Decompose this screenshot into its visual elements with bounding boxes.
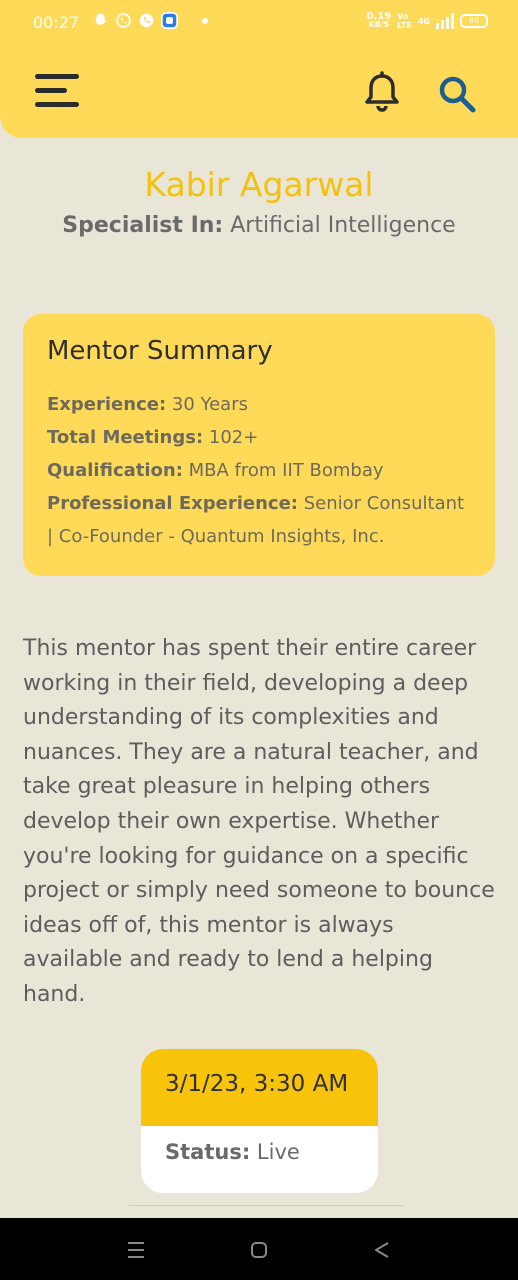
qualification-label: Qualification: — [47, 460, 183, 481]
signal-icon — [436, 13, 454, 29]
session-status: Status: Live — [141, 1126, 378, 1164]
qualification-row: Qualification: MBA from IIT Bombay — [47, 454, 471, 487]
specialist-value: Artificial Intelligence — [223, 213, 456, 238]
qualification-value: MBA from IIT Bombay — [182, 460, 384, 481]
hamburger-menu-icon[interactable] — [35, 73, 79, 109]
recent-apps-icon[interactable] — [124, 1238, 148, 1262]
status-value: Live — [250, 1140, 300, 1164]
notification-icons — [92, 12, 208, 29]
mentor-name: Kabir Agarwal — [144, 165, 374, 204]
mentor-summary-card: Mentor Summary Experience: 30 Years Tota… — [23, 314, 495, 576]
volte-bottom: LTE — [397, 21, 412, 30]
professional-experience-row: Professional Experience: Senior Consulta… — [47, 487, 471, 553]
meetings-value: 102+ — [203, 427, 259, 448]
specialization: Specialist In: Artificial Intelligence — [0, 213, 518, 238]
system-nav-bar — [0, 1218, 518, 1280]
network-type: 4G — [417, 16, 430, 26]
session-datetime: 3/1/23, 3:30 AM — [141, 1049, 378, 1126]
experience-label: Experience: — [47, 394, 167, 415]
app-icon — [161, 12, 178, 29]
snapchat-icon — [94, 13, 107, 25]
professional-label: Professional Experience: — [47, 493, 298, 514]
status-indicators: 0.19 KB/S Vo LTE 4G 88 — [366, 12, 488, 30]
search-icon[interactable] — [435, 72, 479, 116]
status-label: Status: — [165, 1140, 251, 1164]
battery-level: 88 — [468, 16, 480, 25]
app-header: 00:27 0.19 KB/S Vo LTE 4G 88 — [0, 0, 518, 138]
status-time: 00:27 — [33, 13, 80, 32]
bell-icon[interactable] — [360, 70, 404, 114]
volte-indicator: Vo LTE — [397, 12, 412, 30]
divider — [129, 1205, 403, 1206]
meetings-row: Total Meetings: 102+ — [47, 421, 471, 454]
meetings-label: Total Meetings: — [47, 427, 204, 448]
status-bar: 00:27 0.19 KB/S Vo LTE 4G 88 — [0, 0, 518, 46]
mentor-description: This mentor has spent their entire caree… — [23, 636, 495, 1007]
volte-top: Vo — [397, 12, 409, 21]
specialist-label: Specialist In: — [62, 213, 224, 238]
more-notifications-dot — [202, 17, 208, 24]
phone-icon — [139, 13, 154, 28]
net-speed-unit: KB/S — [368, 20, 390, 29]
back-icon[interactable] — [370, 1238, 394, 1262]
whatsapp-icon — [116, 13, 131, 28]
network-speed: 0.19 KB/S — [366, 12, 391, 29]
session-card[interactable]: 3/1/23, 3:30 AM Status: Live — [141, 1049, 378, 1193]
home-icon[interactable] — [247, 1238, 271, 1262]
battery-icon: 88 — [460, 14, 488, 28]
experience-value: 30 Years — [166, 394, 248, 415]
summary-title: Mentor Summary — [47, 336, 273, 366]
experience-row: Experience: 30 Years — [47, 388, 471, 421]
mentor-profile-screen: 00:27 0.19 KB/S Vo LTE 4G 88 Kabir Agarw… — [0, 0, 518, 1280]
